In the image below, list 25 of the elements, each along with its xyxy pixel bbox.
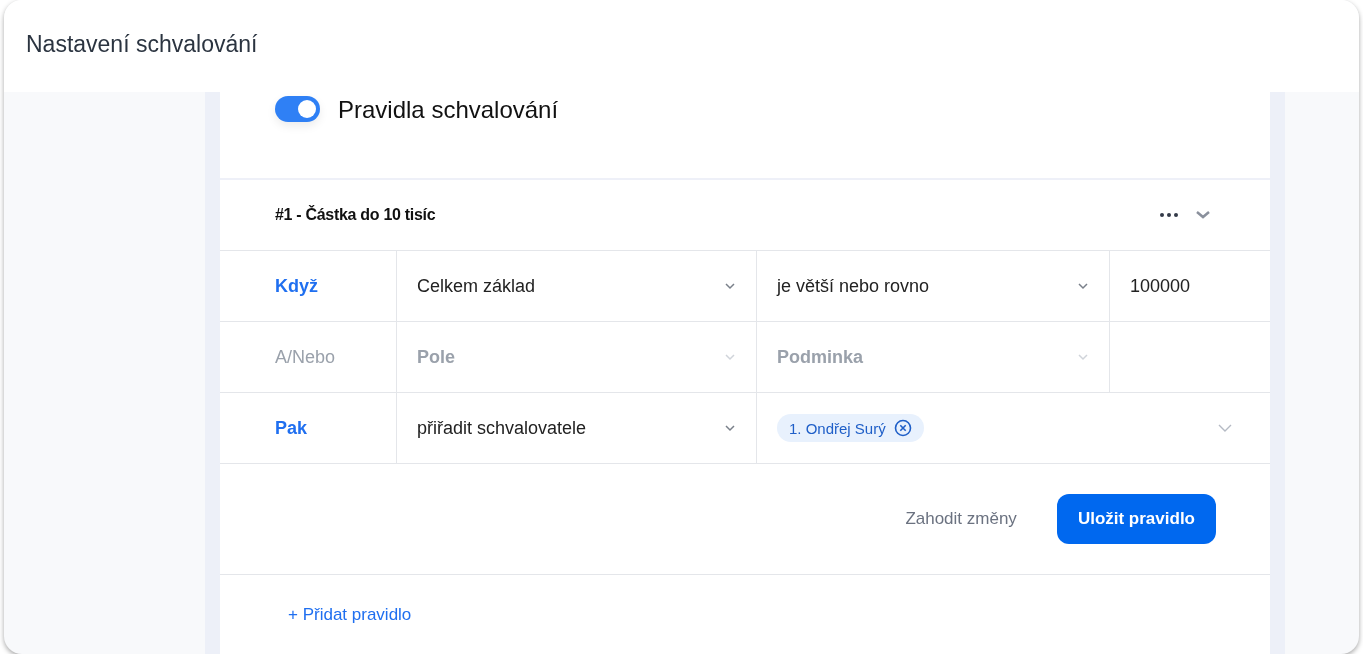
field-select[interactable]: Celkem základ [417, 275, 736, 297]
chevron-down-icon [1077, 353, 1089, 361]
row-label: A/Nebo [274, 346, 336, 368]
chevron-down-icon[interactable] [1196, 211, 1210, 219]
chevron-down-icon [724, 424, 736, 432]
row-label: Pak [274, 417, 308, 439]
add-rule-link[interactable]: + Přidat pravidlo [288, 604, 412, 625]
toggle-label: Pravidla schvalování [338, 96, 559, 124]
chevron-down-icon [724, 282, 736, 290]
discard-button[interactable]: Zahodit změny [899, 508, 1023, 530]
rule-title: #1 - Částka do 10 tisíc [275, 206, 436, 224]
chevron-down-icon [1077, 282, 1089, 290]
window-title: Nastavení schvalování [26, 30, 258, 58]
approver-tag: 1. Ondřej Surý [777, 414, 924, 442]
amount-field[interactable]: 100000 [1130, 275, 1191, 297]
operator-select[interactable]: je větší nebo rovno [777, 275, 1089, 297]
action-select[interactable]: přiřadit schvalovatele [417, 417, 736, 439]
chevron-down-icon [1218, 424, 1232, 432]
chevron-down-icon [724, 353, 736, 361]
remove-icon[interactable] [893, 419, 912, 437]
approver-select[interactable]: 1. Ondřej Surý [777, 414, 1250, 442]
toggle-switch[interactable] [275, 96, 320, 122]
row-label: Když [274, 275, 318, 297]
save-button[interactable]: Uložit pravidlo [1056, 494, 1216, 544]
more-icon[interactable] [1160, 213, 1178, 217]
